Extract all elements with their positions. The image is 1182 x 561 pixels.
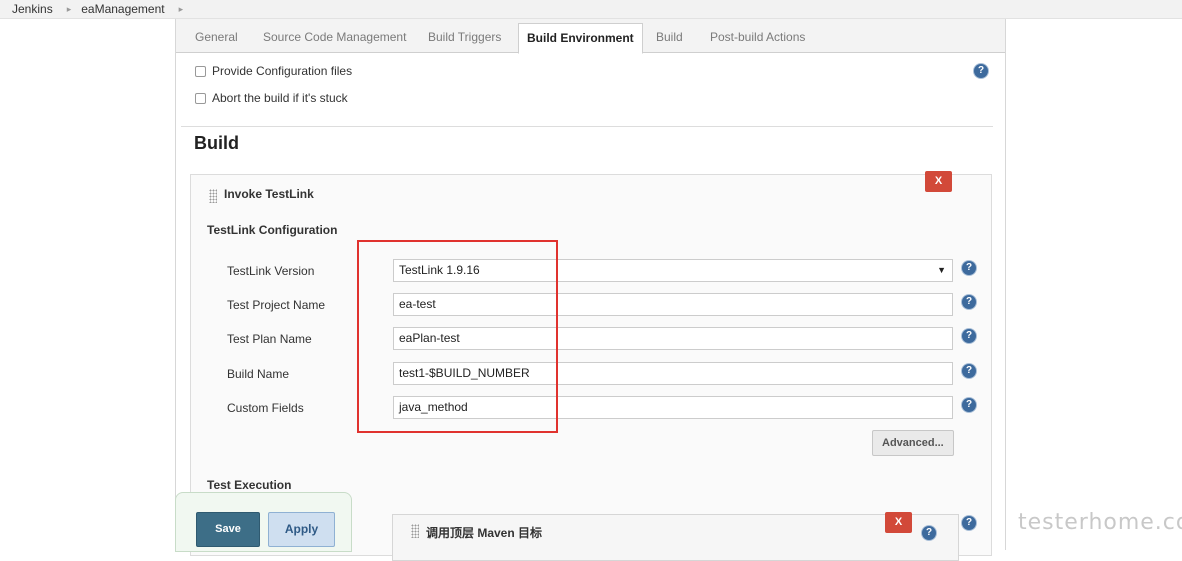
option-label: Abort the build if it's stuck <box>212 91 348 105</box>
tab-general[interactable]: General <box>195 19 238 52</box>
help-icon[interactable]: ? <box>922 526 936 540</box>
help-icon[interactable]: ? <box>962 364 976 378</box>
breadcrumb-item-job[interactable]: eaManagement <box>81 2 164 16</box>
custom-fields-label: Custom Fields <box>227 401 304 415</box>
advanced-button[interactable]: Advanced... <box>872 430 954 456</box>
nested-step-maven: 调用顶层 Maven 目标 X ? <box>392 512 959 561</box>
tab-build-triggers[interactable]: Build Triggers <box>428 19 501 52</box>
step-title: Invoke TestLink <box>224 187 314 201</box>
option-abort-if-stuck[interactable]: Abort the build if it's stuck <box>195 91 348 105</box>
option-label: Provide Configuration files <box>212 64 353 78</box>
tab-post-build-actions[interactable]: Post-build Actions <box>710 19 805 52</box>
build-name-label: Build Name <box>227 367 290 381</box>
save-apply-bar: Save Apply <box>175 492 352 552</box>
help-icon[interactable]: ? <box>962 516 976 530</box>
help-icon[interactable]: ? <box>974 64 988 78</box>
help-icon[interactable]: ? <box>962 329 976 343</box>
section-divider <box>181 126 993 127</box>
chevron-right-icon[interactable]: ▸ <box>53 4 82 15</box>
test-plan-label: Test Plan Name <box>227 332 312 346</box>
tab-build[interactable]: Build <box>656 19 683 52</box>
apply-button[interactable]: Apply <box>268 512 335 547</box>
drag-handle-icon[interactable] <box>411 524 419 538</box>
config-panel: General Source Code Management Build Tri… <box>175 19 1006 561</box>
breadcrumb-item-jenkins[interactable]: Jenkins <box>0 2 53 16</box>
abort-if-stuck-checkbox[interactable] <box>195 92 206 104</box>
help-icon[interactable]: ? <box>962 398 976 412</box>
testlink-config-title: TestLink Configuration <box>207 223 338 237</box>
test-execution-title: Test Execution <box>207 478 292 492</box>
test-project-label: Test Project Name <box>227 298 326 312</box>
config-tabbar: General Source Code Management Build Tri… <box>176 19 1005 54</box>
save-button[interactable]: Save <box>196 512 260 547</box>
delete-maven-step-button[interactable]: X <box>885 512 912 533</box>
help-icon[interactable]: ? <box>962 295 976 309</box>
provide-config-files-checkbox[interactable] <box>195 65 206 77</box>
build-section-title: Build <box>194 133 239 153</box>
breadcrumb: Jenkins ▸ eaManagement ▸ <box>0 0 1182 19</box>
testlink-version-label: TestLink Version <box>227 264 315 278</box>
dropdown-arrow-icon[interactable]: ▼ <box>937 260 946 281</box>
maven-step-title: 调用顶层 Maven 目标 <box>426 526 543 540</box>
drag-handle-icon[interactable] <box>209 189 217 203</box>
chevron-right-icon[interactable]: ▸ <box>165 4 194 15</box>
watermark: testerhome.com <box>1018 510 1182 535</box>
help-icon[interactable]: ? <box>962 261 976 275</box>
delete-step-button[interactable]: X <box>925 171 952 192</box>
tab-build-environment[interactable]: Build Environment <box>518 23 643 54</box>
annotation-highlight <box>357 240 558 433</box>
tab-source-code-management[interactable]: Source Code Management <box>263 19 406 52</box>
option-provide-config-files[interactable]: Provide Configuration files <box>195 64 352 78</box>
